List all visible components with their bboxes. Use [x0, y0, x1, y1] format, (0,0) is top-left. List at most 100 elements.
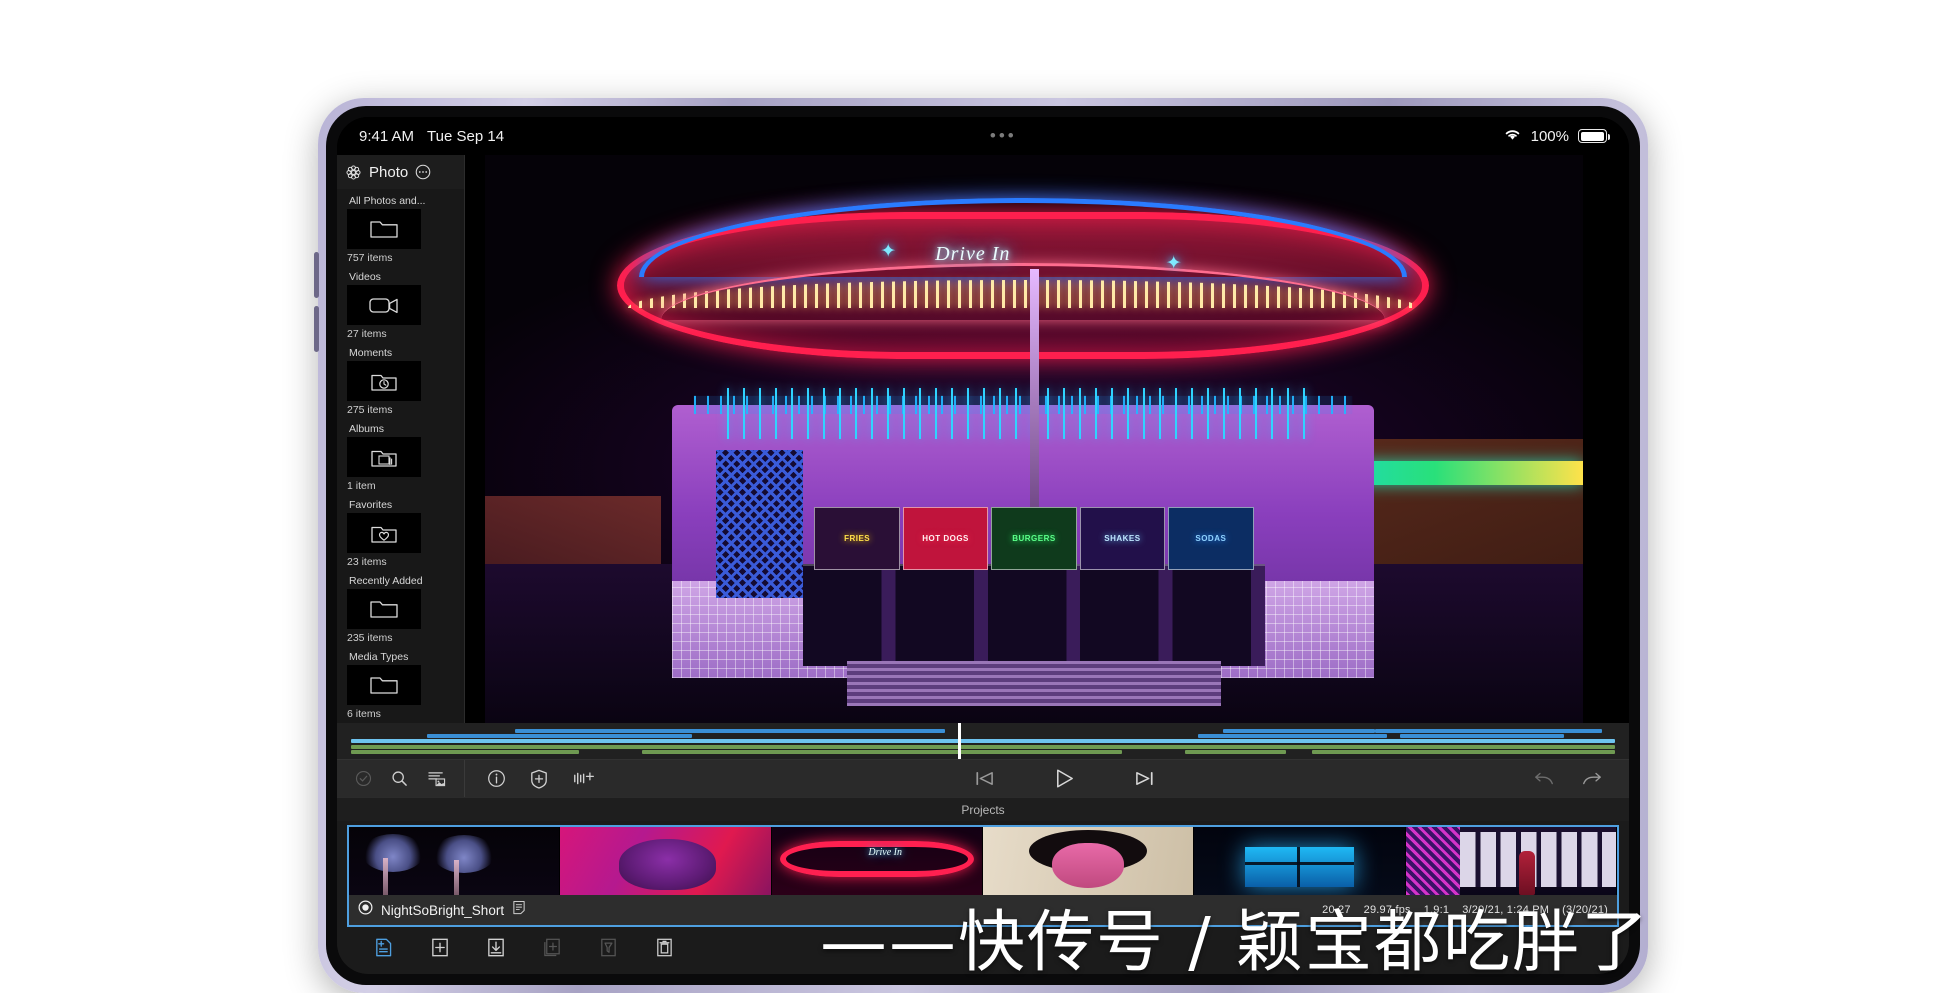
- delete-trash-icon[interactable]: [654, 937, 674, 958]
- battery-percent-label: 100%: [1530, 127, 1569, 145]
- shop-sign-hot-dogs: HOT DOGS: [902, 507, 989, 570]
- sidebar-item-count: 6 items: [347, 708, 381, 720]
- projects-section-header[interactable]: Projects: [337, 797, 1629, 821]
- shop-sign-fries: FRIES: [814, 507, 900, 570]
- volume-up-button[interactable]: [314, 252, 319, 298]
- folder-icon: [347, 589, 421, 629]
- sidebar-item-media-types[interactable]: Media Types 6 items: [337, 651, 464, 723]
- viewer-letterbox-right: [1583, 155, 1629, 723]
- timeline-clip-segment[interactable]: [351, 739, 1615, 743]
- timeline-clip-segment[interactable]: [1185, 750, 1287, 754]
- folder-stack-icon: [347, 437, 421, 477]
- timeline-clip-segment[interactable]: [641, 750, 1123, 754]
- notes-icon[interactable]: [512, 900, 526, 920]
- filmstrip-frame-blue-window[interactable]: [1194, 827, 1406, 895]
- audio-enhance-icon[interactable]: [572, 769, 596, 788]
- sidebar-item-count: 757 items: [347, 252, 393, 264]
- timeline-clip-segment[interactable]: [426, 734, 693, 738]
- skip-to-start-icon[interactable]: [974, 769, 995, 788]
- sidebar-item-count: 235 items: [347, 632, 393, 644]
- sidebar-title: Photo: [369, 163, 409, 181]
- new-project-icon[interactable]: [430, 937, 450, 958]
- timeline-clip-segment[interactable]: [1374, 729, 1603, 733]
- timeline-clip-segment[interactable]: [1223, 729, 1375, 733]
- shop-sign-shakes: SHAKES: [1079, 507, 1166, 570]
- viewer-canvas[interactable]: ✦ Drive In ✦ FRIES HOT DOGS BURGERS SHAK…: [485, 155, 1583, 723]
- filter-icon[interactable]: [598, 937, 618, 958]
- badge-plus-icon[interactable]: [530, 769, 548, 789]
- sidebar-item-favorites[interactable]: Favorites 23 items: [337, 499, 464, 575]
- duplicate-icon[interactable]: [542, 937, 562, 958]
- search-icon[interactable]: [391, 770, 408, 787]
- shop-sign-sodas: SODAS: [1168, 507, 1254, 570]
- watermark-text: ——快传号 / 颖宝都吃胖了: [820, 903, 1651, 981]
- play-button[interactable]: [1053, 767, 1076, 790]
- download-icon[interactable]: [486, 937, 506, 958]
- video-camera-icon: [347, 285, 421, 325]
- filmstrip-frame-drive-in[interactable]: Drive In: [771, 827, 983, 895]
- volume-down-button[interactable]: [314, 306, 319, 352]
- flower-icon: [345, 164, 362, 181]
- timeline-clip-segment[interactable]: [1311, 750, 1615, 754]
- neon-star-icon: ✦: [1165, 252, 1182, 274]
- sidebar-item-count: 27 items: [347, 328, 387, 340]
- sidebar-header: Photo: [337, 155, 464, 189]
- scene-neon-rays-secondary: [726, 387, 1320, 439]
- radio-selected-icon[interactable]: [358, 900, 373, 920]
- clip-name-label: NightSoBright_Short: [381, 902, 505, 918]
- status-time: 9:41 AM: [359, 127, 415, 145]
- sidebar-item-label: Recently Added: [349, 575, 423, 587]
- checkmark-circle-icon[interactable]: [355, 770, 372, 787]
- timeline-playhead[interactable]: [957, 723, 961, 759]
- folder-icon: [347, 209, 421, 249]
- multitasking-dots-button[interactable]: •••: [990, 127, 1017, 144]
- filmstrip-frame-street-night[interactable]: [1405, 827, 1617, 895]
- sidebar-item-list[interactable]: All Photos and... 757 items Videos 27 it…: [337, 189, 464, 723]
- shop-sign-burgers: BURGERS: [991, 507, 1077, 570]
- scene-steps: [847, 660, 1221, 706]
- scene-marquee-text: Drive In: [935, 243, 1011, 266]
- viewer-tool-group: [465, 769, 596, 789]
- timeline-clip-segment[interactable]: [667, 729, 946, 733]
- info-circle-icon[interactable]: [487, 769, 506, 788]
- undo-icon[interactable]: [1533, 771, 1555, 787]
- sidebar-item-moments[interactable]: Moments 275 items: [337, 347, 464, 423]
- sidebar-footer-toolbar: [337, 760, 465, 797]
- filmstrip-frame-afro-portrait[interactable]: [982, 827, 1195, 895]
- video-viewer[interactable]: ✦ Drive In ✦ FRIES HOT DOGS BURGERS SHAK…: [465, 155, 1629, 723]
- playback-controls: [596, 767, 1533, 790]
- ellipsis-circle-icon[interactable]: [415, 164, 431, 180]
- history-controls: [1533, 771, 1629, 787]
- timeline-strip[interactable]: [337, 723, 1629, 759]
- tablet-screen: 9:41 AM Tue Sep 14 ••• 100% Photo All Ph…: [337, 117, 1629, 974]
- timeline-clip-segment[interactable]: [1197, 734, 1388, 738]
- sidebar-item-count: 23 items: [347, 556, 387, 568]
- timeline-clip-segment[interactable]: [351, 745, 1615, 749]
- import-media-icon[interactable]: [373, 937, 394, 958]
- folder-clock-icon: [347, 361, 421, 401]
- status-bar: 9:41 AM Tue Sep 14 ••• 100%: [337, 117, 1629, 155]
- sidebar-item-recently-added[interactable]: Recently Added 235 items: [337, 575, 464, 651]
- skip-to-end-icon[interactable]: [1134, 769, 1155, 788]
- sidebar-item-videos[interactable]: Videos 27 items: [337, 271, 464, 347]
- final-cut-app-root: Photo All Photos and... 757 items Videos…: [337, 155, 1629, 974]
- folder-icon: [347, 665, 421, 705]
- filmstrip[interactable]: Drive In: [349, 827, 1617, 895]
- sidebar-item-count: 275 items: [347, 404, 393, 416]
- timeline-clip-segment[interactable]: [351, 750, 579, 754]
- filmstrip-marquee-text: Drive In: [868, 847, 903, 859]
- sidebar-item-label: Videos: [349, 271, 381, 283]
- filter-list-icon[interactable]: [428, 770, 446, 787]
- folder-heart-icon: [347, 513, 421, 553]
- filmstrip-frame-portrait-pink[interactable]: [560, 827, 772, 895]
- scene-shop-windows: [803, 563, 1265, 667]
- sidebar-item-albums[interactable]: Albums 1 item: [337, 423, 464, 499]
- filmstrip-frame-palm-trees[interactable]: [349, 827, 561, 895]
- timeline-clip-segment[interactable]: [1400, 734, 1565, 738]
- sidebar-item-label: Favorites: [349, 499, 393, 511]
- sidebar-item-all-photos[interactable]: All Photos and... 757 items: [337, 195, 464, 271]
- timeline-clip-segment[interactable]: [515, 729, 680, 733]
- redo-icon[interactable]: [1581, 771, 1603, 787]
- timeline-tracks[interactable]: [351, 723, 1615, 759]
- neon-star-icon: ✦: [880, 241, 897, 263]
